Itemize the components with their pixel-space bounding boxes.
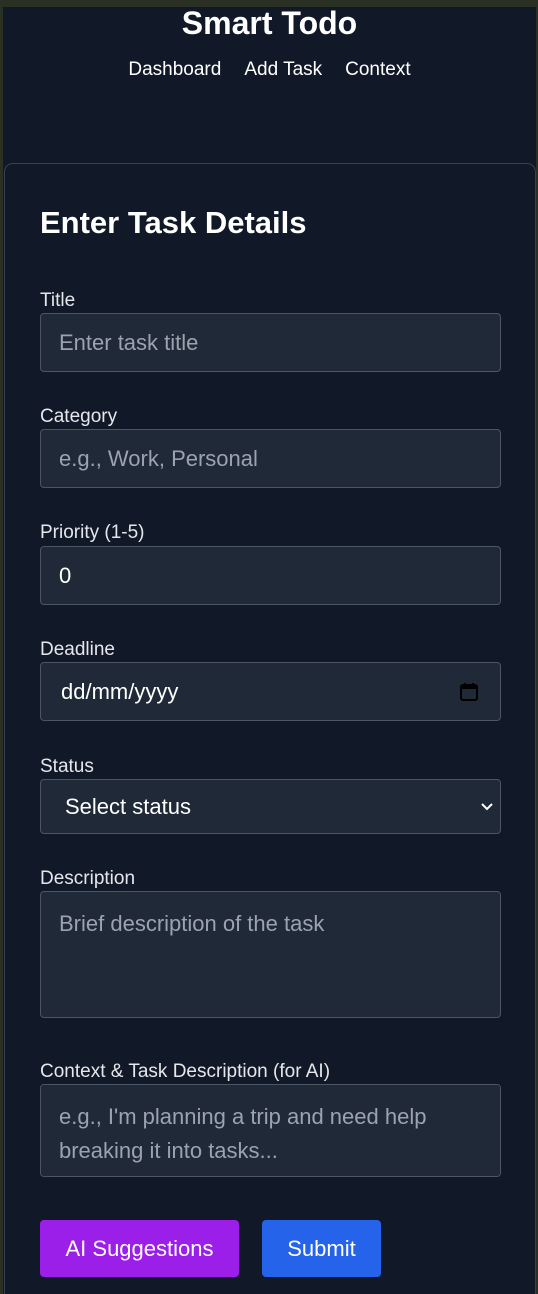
description-label: Description (40, 868, 136, 889)
submit-button[interactable]: Submit (262, 1220, 381, 1277)
priority-label: Priority (1-5) (40, 522, 145, 543)
nav-context[interactable]: Context (345, 59, 410, 81)
category-label: Category (40, 406, 118, 427)
app-window: Smart Todo Dashboard Add Task Context En… (3, 7, 536, 1294)
main-nav: Dashboard Add Task Context (3, 59, 536, 81)
title-input[interactable] (40, 313, 501, 372)
ai-suggestions-button[interactable]: AI Suggestions (40, 1220, 239, 1277)
task-form-card: Enter Task Details Title Category Priori… (4, 163, 536, 1294)
status-selected: Select status (65, 794, 191, 819)
priority-input[interactable] (40, 546, 501, 605)
status-label: Status (40, 756, 94, 777)
calendar-icon[interactable] (459, 682, 479, 702)
nav-dashboard[interactable]: Dashboard (128, 59, 221, 81)
form-heading: Enter Task Details (40, 205, 307, 240)
deadline-label: Deadline (40, 639, 115, 660)
category-input[interactable] (40, 429, 501, 488)
chevron-down-icon (481, 803, 493, 811)
description-textarea[interactable] (40, 891, 501, 1018)
context-label: Context & Task Description (for AI) (40, 1061, 331, 1082)
deadline-input[interactable]: dd/mm/yyyy (40, 662, 501, 721)
deadline-value: dd/mm/yyyy (61, 679, 179, 704)
app-title: Smart Todo (181, 7, 358, 41)
context-textarea[interactable] (40, 1084, 501, 1177)
status-select[interactable]: Select status (40, 779, 501, 834)
nav-add-task[interactable]: Add Task (244, 59, 322, 81)
title-label: Title (40, 290, 76, 311)
